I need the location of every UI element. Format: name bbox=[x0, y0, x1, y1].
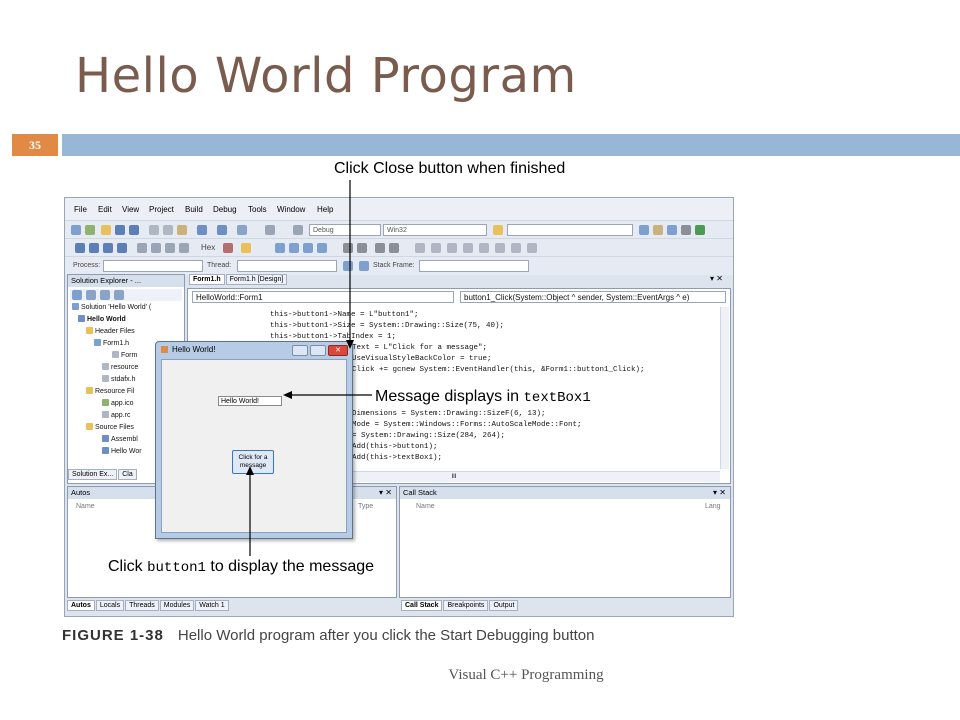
textbox-arrow-head bbox=[283, 391, 292, 399]
close-arrow-head bbox=[346, 340, 354, 349]
figure-caption-text: Hello World program after you click the … bbox=[177, 627, 595, 644]
figure-label: FIGURE 1-38 bbox=[62, 627, 164, 644]
annotation-arrows bbox=[246, 180, 372, 556]
button-annotation: Click button1 to display the message bbox=[106, 557, 377, 577]
button-arrow-head bbox=[246, 466, 254, 475]
textbox-annotation: Message displays in textBox1 bbox=[373, 387, 593, 407]
slide-footer: Visual C++ Programming bbox=[448, 667, 604, 683]
figure-caption: FIGURE 1-38 Hello World program after you… bbox=[62, 627, 594, 644]
